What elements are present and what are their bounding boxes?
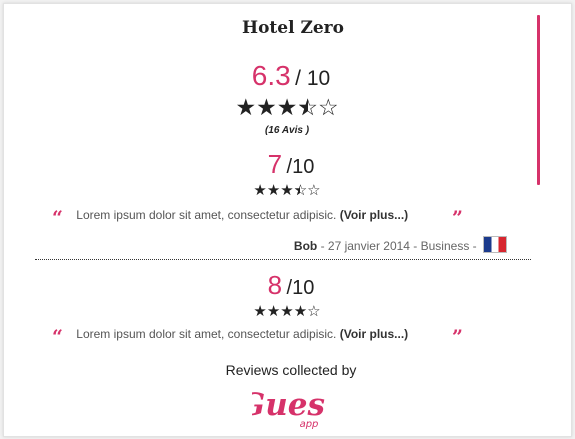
read-more-link[interactable]: (Voir plus...): [340, 208, 408, 222]
reviewer-name: Bob: [293, 239, 318, 253]
star-full-icon: ★: [280, 302, 294, 320]
star-full-icon: ★: [256, 95, 277, 121]
review-score-value: 8: [267, 270, 283, 300]
review-score: 7 /10: [4, 149, 571, 180]
reviews-collected-label: Reviews collected by: [225, 362, 357, 378]
overall-star-rating: ★★★☆★☆: [4, 97, 570, 120]
guest-app-logo[interactable]: Guest app: [252, 382, 326, 434]
star-full-icon: ★: [293, 302, 308, 320]
read-more-link[interactable]: (Voir plus...): [340, 327, 408, 341]
logo-text: Guest: [252, 387, 326, 423]
review-star-rating: ★★★☆★☆: [4, 183, 570, 199]
star-half-icon: ☆★: [297, 95, 318, 121]
review-score-scale: /10: [286, 156, 315, 178]
review-quote: “ Lorem ipsum dolor sit amet, consectetu…: [52, 207, 472, 229]
open-quote-icon: “: [52, 326, 63, 348]
star-empty-icon: ☆: [317, 95, 339, 121]
open-quote-icon: “: [52, 207, 63, 229]
review-count: (16 Avis ): [264, 125, 310, 136]
review-meta: Bob - 27 janvier 2014 - Business -: [294, 236, 507, 253]
star-full-icon: ★: [253, 181, 267, 199]
review-score: 8 /10: [4, 270, 571, 301]
star-full-icon: ★: [266, 181, 281, 199]
france-flag-icon: [483, 236, 507, 253]
logo-subtext: app: [300, 419, 319, 430]
star-empty-icon: ☆: [307, 181, 321, 199]
star-full-icon: ★: [280, 181, 294, 199]
star-full-icon: ★: [266, 302, 281, 320]
overall-score-scale: / 10: [295, 67, 331, 90]
star-full-icon: ★: [276, 95, 298, 121]
review-divider: [35, 259, 531, 260]
star-full-icon: ★: [253, 302, 267, 320]
review-quote: “ Lorem ipsum dolor sit amet, consectetu…: [52, 326, 472, 348]
review-star-rating: ★★★★☆: [4, 304, 570, 320]
review-score-value: 7: [267, 149, 283, 179]
close-quote-icon: ”: [452, 207, 463, 229]
review-details: - 27 janvier 2014 - Business -: [320, 239, 477, 253]
review-widget: Hotel Zero 6.3 / 10 ★★★☆★☆ (16 Avis ) 7 …: [3, 3, 572, 437]
close-quote-icon: ”: [452, 326, 463, 348]
star-full-icon: ★: [235, 95, 257, 121]
overall-score: 6.3 / 10: [4, 60, 571, 92]
review-text: Lorem ipsum dolor sit amet, consectetur …: [76, 327, 337, 341]
star-half-icon: ☆★: [293, 181, 308, 199]
hotel-name: Hotel Zero: [242, 18, 344, 38]
review-text: Lorem ipsum dolor sit amet, consectetur …: [76, 208, 337, 222]
overall-score-value: 6.3: [251, 60, 291, 91]
star-empty-icon: ☆: [307, 302, 321, 320]
review-score-scale: /10: [286, 277, 315, 299]
